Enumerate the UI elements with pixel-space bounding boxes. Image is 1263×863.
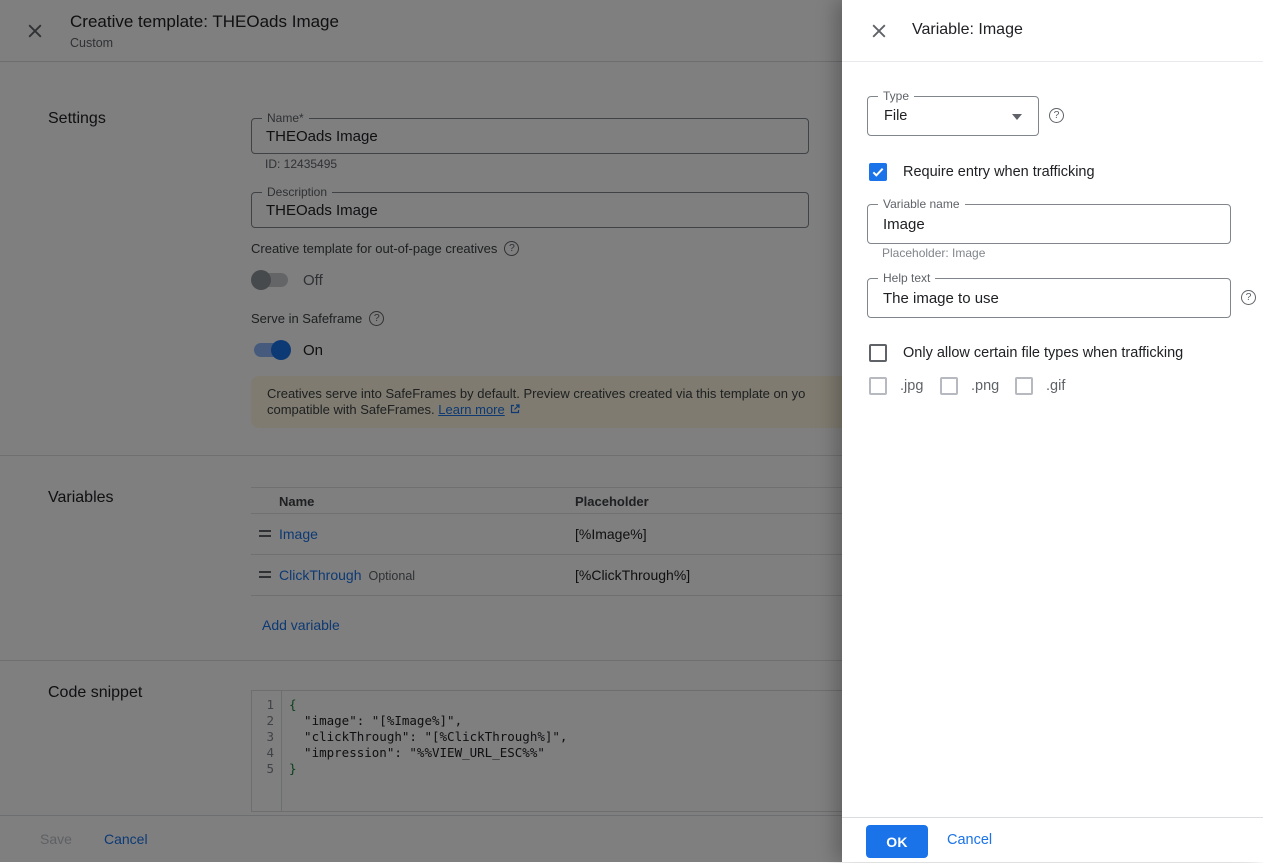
checkbox-unchecked-icon[interactable] (940, 377, 958, 395)
type-select-label: Type (878, 90, 914, 103)
checkbox-unchecked-icon[interactable] (869, 377, 887, 395)
file-type-label: .gif (1046, 378, 1065, 394)
chevron-down-icon (1012, 114, 1022, 120)
file-type-option-jpg[interactable]: .jpg (869, 377, 923, 395)
panel-title: Variable: Image (912, 21, 1023, 39)
close-icon[interactable] (869, 21, 889, 41)
type-select-value: File (884, 108, 907, 124)
file-types-checkbox-row[interactable]: Only allow certain file types when traff… (869, 344, 1183, 362)
file-types-label: Only allow certain file types when traff… (903, 345, 1183, 361)
checkbox-checked-icon[interactable] (869, 163, 887, 181)
checkbox-unchecked-icon[interactable] (869, 344, 887, 362)
placeholder-helper: Placeholder: Image (882, 246, 985, 260)
variable-name-field: Variable name (867, 204, 1231, 244)
help-icon[interactable] (1241, 290, 1256, 305)
variable-name-input[interactable] (868, 205, 1230, 243)
help-text-field: Help text (867, 278, 1231, 318)
help-text-input[interactable] (868, 279, 1230, 317)
cancel-button[interactable]: Cancel (947, 818, 992, 863)
require-entry-label: Require entry when trafficking (903, 164, 1095, 180)
help-icon[interactable] (1049, 108, 1064, 123)
ok-button[interactable]: OK (866, 825, 928, 858)
panel-header: Variable: Image (842, 0, 1263, 62)
file-type-option-png[interactable]: .png (940, 377, 999, 395)
checkbox-unchecked-icon[interactable] (1015, 377, 1033, 395)
file-type-label: .jpg (900, 378, 923, 394)
require-entry-checkbox-row[interactable]: Require entry when trafficking (869, 163, 1095, 181)
variable-side-panel: Variable: Image Type File Require entry … (842, 0, 1263, 862)
file-type-option-gif[interactable]: .gif (1015, 377, 1065, 395)
file-type-label: .png (971, 378, 999, 394)
panel-footer: OK Cancel (842, 817, 1263, 862)
type-select[interactable]: Type File (867, 96, 1039, 136)
